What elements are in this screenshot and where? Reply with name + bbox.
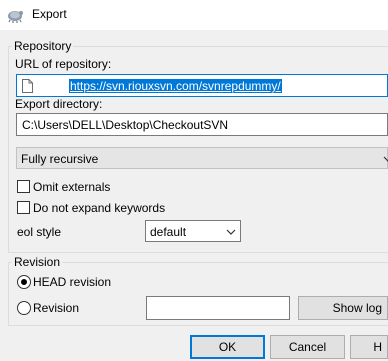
eol-style-dropdown[interactable]: default xyxy=(145,220,241,242)
chevron-down-icon xyxy=(226,229,236,235)
show-log-button[interactable]: Show log xyxy=(298,296,388,320)
cancel-button[interactable]: Cancel xyxy=(270,335,345,359)
cancel-label: Cancel xyxy=(288,340,327,354)
chevron-down-icon xyxy=(383,156,388,162)
revision-number-input[interactable] xyxy=(146,296,290,320)
no-expand-keywords-label[interactable]: Do not expand keywords xyxy=(33,201,165,215)
ok-label: OK xyxy=(218,340,237,354)
help-label: H xyxy=(373,340,382,354)
help-button[interactable]: H xyxy=(350,335,388,359)
omit-externals-label[interactable]: Omit externals xyxy=(33,180,110,194)
revision-label[interactable]: Revision xyxy=(33,301,79,315)
omit-externals-checkbox[interactable] xyxy=(17,180,30,193)
depth-value: Fully recursive xyxy=(21,152,99,166)
revision-group-label: Revision xyxy=(12,255,63,269)
tortoisesvn-icon xyxy=(8,11,23,23)
url-input[interactable]: https://svn.riouxsvn.com/svnrepdummy/ xyxy=(16,74,388,97)
export-directory-label: Export directory: xyxy=(15,97,103,111)
eol-style-value: default xyxy=(150,225,187,239)
revision-radio[interactable] xyxy=(17,301,31,315)
url-value: https://svn.riouxsvn.com/svnrepdummy/ xyxy=(69,79,282,93)
file-icon xyxy=(22,79,33,93)
head-revision-label[interactable]: HEAD revision xyxy=(33,275,111,289)
export-directory-value: C:\Users\DELL\Desktop\CheckoutSVN xyxy=(22,118,229,132)
head-revision-radio[interactable] xyxy=(17,275,31,289)
window-title: Export xyxy=(32,7,67,21)
ok-button[interactable]: OK xyxy=(190,335,265,359)
depth-dropdown[interactable]: Fully recursive xyxy=(16,147,388,169)
title-bar[interactable]: Export xyxy=(0,0,388,30)
repository-group-label: Repository xyxy=(12,39,74,53)
url-label: URL of repository: xyxy=(15,57,112,71)
show-log-label: Show log xyxy=(332,301,382,315)
eol-style-label: eol style xyxy=(17,225,62,239)
radio-selected-dot xyxy=(21,279,27,285)
export-directory-input[interactable]: C:\Users\DELL\Desktop\CheckoutSVN xyxy=(16,113,388,136)
no-expand-keywords-checkbox[interactable] xyxy=(17,201,30,214)
